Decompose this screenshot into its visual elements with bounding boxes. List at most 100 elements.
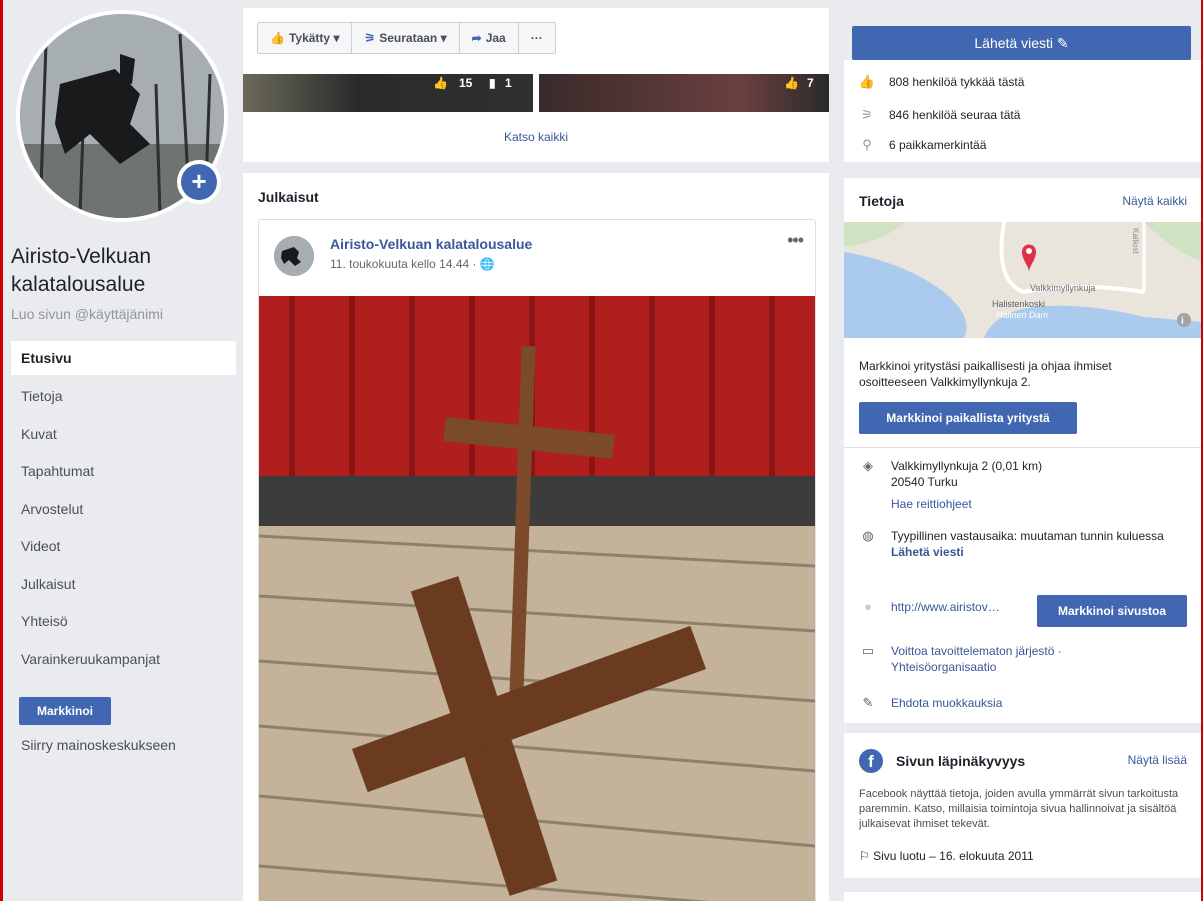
share-icon: ➦ <box>471 31 482 45</box>
address-line: Valkkimyllynkuja 2 (0,01 km) <box>891 459 1043 473</box>
page-action-bar: 👍 Tykätty ▾ ⚞ Seurataan ▾ ➦ Jaa ··· <box>243 8 829 74</box>
rss-icon: ⚞ <box>364 31 376 45</box>
ads-center-link[interactable]: Siirry mainoskeskukseen <box>21 737 176 753</box>
map-area-label: Halistenkoski <box>992 299 1046 309</box>
nav-item-kuvat[interactable]: Kuvat <box>11 416 236 454</box>
nav-item-etusivu[interactable]: Etusivu <box>11 341 236 375</box>
plus-icon: + <box>181 164 217 200</box>
likes-stat: 👍 808 henkilöä tykkää tästä <box>857 72 1025 92</box>
promote-local-button[interactable]: Markkinoi paikallista yritystä <box>859 402 1077 434</box>
page-navigation: Etusivu Tietoja Kuvat Tapahtumat Arvoste… <box>11 341 236 678</box>
chevron-down-icon: ▾ <box>333 31 340 45</box>
nav-item-varainkeruukampanjat[interactable]: Varainkeruukampanjat <box>11 641 236 679</box>
photo-likes-icon: 👍 <box>784 76 799 90</box>
follows-stat: ⚞ 846 henkilöä seuraa tätä <box>857 105 1020 125</box>
post-options-button[interactable]: ••• <box>787 230 804 251</box>
post-image[interactable] <box>259 296 815 901</box>
posts-title: Julkaisut <box>258 189 319 205</box>
promote-website-button[interactable]: Markkinoi sivustoa <box>1037 595 1187 627</box>
photo-thumbnail[interactable]: 👍 15 ▮ 1 <box>243 74 533 112</box>
about-title: Tietoja <box>859 193 904 209</box>
directions-icon: ◈ <box>863 458 873 473</box>
pencil-icon: ✎ <box>862 695 874 710</box>
page-created-text: Sivu luotu – 16. elokuuta 2011 <box>873 849 1034 863</box>
post-author-link[interactable]: Airisto-Velkuan kalatalousalue <box>330 236 532 252</box>
follows-count: 846 henkilöä seuraa tätä <box>889 108 1021 122</box>
send-message-button[interactable]: Lähetä viesti ✎ <box>852 26 1191 60</box>
photo-thumbnail[interactable]: 👍 7 <box>539 74 829 112</box>
following-label: Seurataan <box>379 31 438 45</box>
location-pin-icon: ⚲ <box>862 137 872 152</box>
flag-icon: ⚐ <box>859 849 870 863</box>
thumbs-up-icon: 👍 <box>858 74 876 89</box>
pencil-icon: ✎ <box>1056 35 1069 51</box>
nav-item-yhteiso[interactable]: Yhteisö <box>11 603 236 641</box>
map-area-label: Kalliost <box>1131 228 1140 254</box>
main-column: 👍 Tykätty ▾ ⚞ Seurataan ▾ ➦ Jaa ··· 👍 15 ▮ … <box>243 0 829 901</box>
directions-link[interactable]: Hae reittiohjeet <box>891 496 1181 512</box>
suggest-edits-link[interactable]: Ehdota muokkauksia <box>891 695 1181 711</box>
transparency-text: Facebook näyttää tietoja, joiden avulla … <box>859 788 1179 830</box>
liked-button[interactable]: 👍 Tykätty ▾ <box>258 23 353 53</box>
more-button[interactable]: ··· <box>519 23 555 53</box>
send-message-link[interactable]: Lähetä viesti <box>891 544 1181 560</box>
community-stats: 👍 808 henkilöä tykkää tästä ⚞ 846 henkilöä… <box>844 60 1201 162</box>
posts-section: Julkaisut Airisto-Velkuan kalatalousalue… <box>243 173 829 901</box>
map-dam-label: Halinen Dam <box>996 310 1049 320</box>
photo-comments-count: 1 <box>505 76 512 90</box>
post-time-text: 11. toukokuuta kello 14.44 · <box>330 257 477 271</box>
add-photo-button[interactable]: + <box>177 160 221 204</box>
share-label: Jaa <box>485 31 506 45</box>
page-created-row: ⚐ Sivu luotu – 16. elokuuta 2011 <box>859 849 1034 863</box>
liked-label: Tykätty <box>288 31 331 45</box>
address-postal: 20540 Turku <box>891 475 958 489</box>
likes-count: 808 henkilöä tykkää tästä <box>889 75 1025 89</box>
about-see-all-link[interactable]: Näytä kaikki <box>1122 194 1187 208</box>
photo-likes-count: 7 <box>807 76 814 90</box>
page-title: Airisto-Velkuan kalatalousalue <box>11 245 152 296</box>
post: Airisto-Velkuan kalatalousalue 11. touko… <box>258 219 816 901</box>
divider <box>844 447 1201 448</box>
facebook-page: + Airisto-Velkuan kalatalousalue Luo siv… <box>0 0 1203 901</box>
send-message-label: Lähetä viesti <box>974 35 1053 51</box>
transparency-title: Sivun läpinäkyvyys <box>896 753 1026 769</box>
about-card: Tietoja Näytä kaikki i Valkkimyllynkuja <box>844 178 1201 723</box>
right-column: Lähetä viesti ✎ 👍 808 henkilöä tykkää täs… <box>844 0 1201 901</box>
chevron-down-icon: ▾ <box>440 31 447 45</box>
see-all-photos-link[interactable]: Katso kaikki <box>243 130 829 144</box>
svg-text:i: i <box>1181 316 1184 327</box>
promote-local-text: Markkinoi yritystäsi paikallisesti ja oh… <box>859 359 1112 389</box>
category-link[interactable]: Voittoa tavoittelematon järjestö · <box>891 643 1181 659</box>
next-card <box>844 892 1201 901</box>
nav-item-tietoja[interactable]: Tietoja <box>11 378 236 416</box>
category-link[interactable]: Yhteisöorganisaatio <box>891 659 1181 675</box>
comment-icon: ▮ <box>489 76 496 90</box>
checkins-stat: ⚲ 6 paikkamerkintää <box>857 135 986 155</box>
response-time-text: Tyypillinen vastausaika: muutaman tunnin… <box>891 529 1164 543</box>
facebook-logo-icon: f <box>859 749 883 773</box>
globe-icon: 🌐 <box>479 257 495 271</box>
following-button[interactable]: ⚞ Seurataan ▾ <box>352 23 460 53</box>
promote-button[interactable]: Markkinoi <box>19 697 111 725</box>
photos-card: 👍 15 ▮ 1 👍 7 Katso kaikki <box>243 74 829 162</box>
nav-item-videot[interactable]: Videot <box>11 528 236 566</box>
transparency-see-more-link[interactable]: Näytä lisää <box>1128 753 1187 767</box>
create-username-link[interactable]: Luo sivun @käyttäjänimi <box>11 306 163 322</box>
share-button[interactable]: ➦ Jaa <box>460 23 519 53</box>
post-timestamp[interactable]: 11. toukokuuta kello 14.44 · 🌐 <box>330 257 495 271</box>
page-transparency-card: f Sivun läpinäkyvyys Näytä lisää Faceboo… <box>844 733 1201 878</box>
globe-icon: ● <box>864 599 872 614</box>
nav-item-tapahtumat[interactable]: Tapahtumat <box>11 453 236 491</box>
thumbs-up-icon: 👍 <box>270 31 285 45</box>
nav-item-julkaisut[interactable]: Julkaisut <box>11 566 236 604</box>
nav-item-arvostelut[interactable]: Arvostelut <box>11 491 236 529</box>
photo-likes-count: 15 <box>459 76 473 90</box>
category-icon: ▭ <box>861 643 875 658</box>
left-column: + Airisto-Velkuan kalatalousalue Luo siv… <box>11 0 236 901</box>
post-author-avatar[interactable] <box>274 236 314 276</box>
action-buttons: 👍 Tykätty ▾ ⚞ Seurataan ▾ ➦ Jaa ··· <box>257 22 556 54</box>
messenger-icon: ◍ <box>862 528 874 543</box>
location-map[interactable]: i Valkkimyllynkuja Halistenkoski Halinen… <box>844 222 1201 338</box>
map-street-label: Valkkimyllynkuja <box>1030 283 1096 293</box>
rss-icon: ⚞ <box>861 107 873 122</box>
